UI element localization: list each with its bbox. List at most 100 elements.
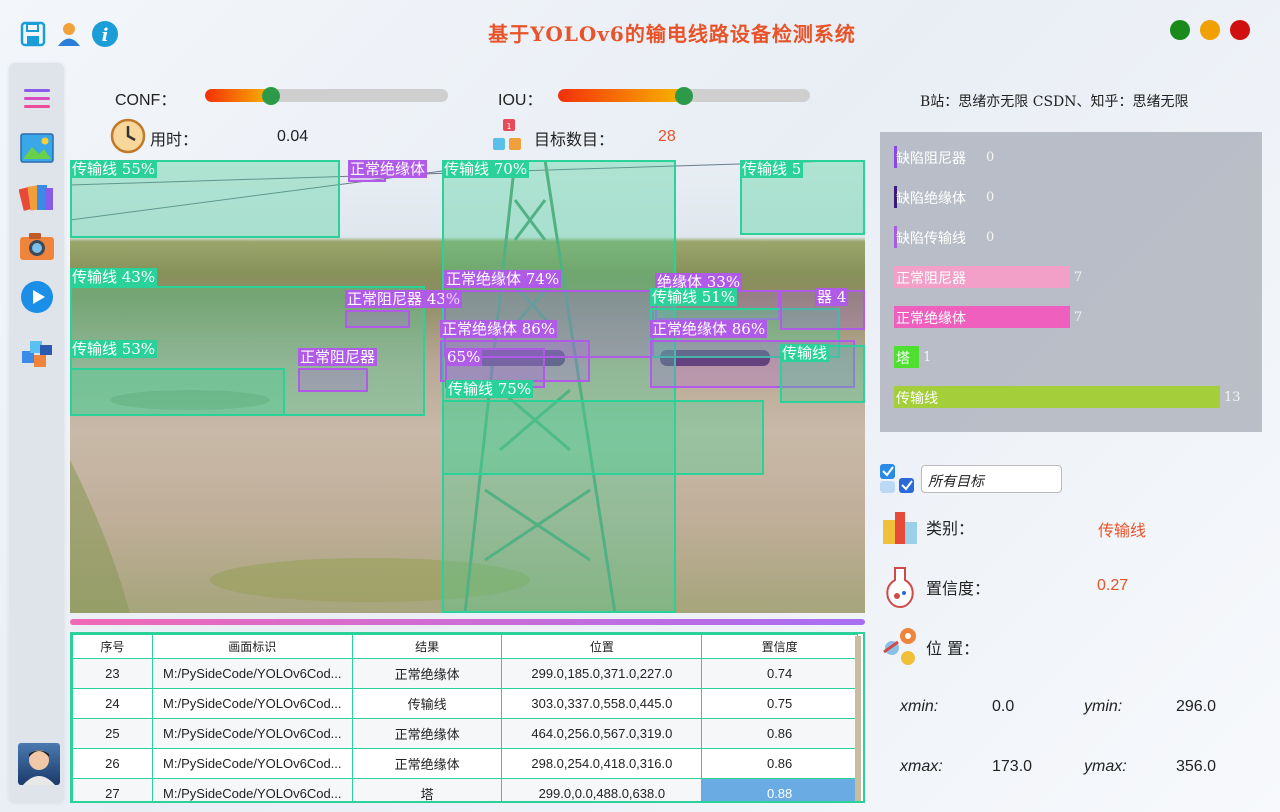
table-cell[interactable]: 正常绝缘体 xyxy=(351,748,503,779)
class-label: 类别： xyxy=(926,519,975,538)
table-cell[interactable]: M:/PySideCode/YOLOv6Cod... xyxy=(151,748,353,779)
results-table[interactable]: 序号 画面标识 结果 位置 置信度 23 M:/PySideCode/YOLOv6Cod.… xyxy=(70,632,865,803)
close-button[interactable] xyxy=(1230,20,1250,40)
table-cell[interactable]: 23 xyxy=(72,658,153,689)
table-cell[interactable]: 298.0,254.0,418.0,316.0 xyxy=(501,748,703,779)
table-cell[interactable]: 299.0,0.0,488.0,638.0 xyxy=(501,778,703,801)
table-row[interactable]: 23 M:/PySideCode/YOLOv6Cod... 正常绝缘体 299.0,1… xyxy=(72,658,858,689)
conf-slider-fill xyxy=(205,89,271,102)
table-header-cell[interactable]: 序号 xyxy=(72,634,153,659)
credits-text: B站：思绪亦无限 CSDN、知乎：思绪无限 xyxy=(920,94,1189,110)
table-cell[interactable]: 26 xyxy=(72,748,153,779)
detection-label: 传输线 75% xyxy=(446,380,534,398)
ymax-label: ymax: xyxy=(1084,758,1127,775)
sidebar xyxy=(9,63,64,803)
table-row[interactable]: 24 M:/PySideCode/YOLOv6Cod... 传输线 303.0,337… xyxy=(72,688,858,719)
table-cell[interactable]: 299.0,185.0,371.0,227.0 xyxy=(501,658,703,689)
table-cell[interactable]: M:/PySideCode/YOLOv6Cod... xyxy=(151,658,353,689)
table-header-cell[interactable]: 画面标识 xyxy=(151,634,353,659)
detection-label: 传输线 43% xyxy=(70,268,158,286)
count-value: 28 xyxy=(658,128,676,145)
stat-name: 缺陷阻尼器 xyxy=(896,151,966,167)
table-header: 序号 画面标识 结果 位置 置信度 xyxy=(72,634,858,659)
conf-slider-handle[interactable] xyxy=(261,87,280,105)
table-cell[interactable]: 正常绝缘体 xyxy=(351,658,503,689)
detection-label: 正常阻尼器 xyxy=(298,348,378,366)
stat-count: 0 xyxy=(986,190,995,205)
detection-box xyxy=(345,310,410,328)
table-cell[interactable]: M:/PySideCode/YOLOv6Cod... xyxy=(151,718,353,749)
table-header-cell[interactable]: 结果 xyxy=(351,634,503,659)
ymax-value: 356.0 xyxy=(1176,758,1217,775)
table-cell[interactable]: 0.74 xyxy=(701,658,858,689)
stat-count: 0 xyxy=(986,150,995,165)
play-icon[interactable] xyxy=(19,279,55,315)
confidence-value: 0.27 xyxy=(1097,577,1129,594)
detection-label: 传输线 51% xyxy=(650,288,738,306)
avatar[interactable] xyxy=(18,743,60,785)
detection-image[interactable]: 传输线 55% 传输线 70% 正常绝缘体 传输线 5 传输线 43% 正常阻尼器 43%… xyxy=(70,160,865,613)
blocks-icon: 1 xyxy=(491,118,527,158)
table-row[interactable]: 25 M:/PySideCode/YOLOv6Cod... 正常绝缘体 464.0,2… xyxy=(72,718,858,749)
window-title: 基于YOLOv6的输电线路设备检测系统 xyxy=(488,22,856,46)
table-cell[interactable]: 0.86 xyxy=(701,718,858,749)
detection-label: 正常绝缘体 xyxy=(348,160,428,178)
stat-name: 缺陷传输线 xyxy=(896,231,966,247)
iou-label: IOU： xyxy=(498,92,543,109)
conf-slider[interactable] xyxy=(205,89,448,102)
stat-count: 1 xyxy=(923,350,932,365)
detection-box xyxy=(298,368,368,392)
xmax-label: xmax: xyxy=(900,758,943,775)
time-value: 0.04 xyxy=(277,128,309,145)
cube-icon[interactable] xyxy=(19,335,55,371)
detection-label: 正常绝缘体 86% xyxy=(440,320,558,338)
stat-count: 0 xyxy=(986,230,995,245)
table-cell[interactable]: 464.0,256.0,567.0,319.0 xyxy=(501,718,703,749)
table-row[interactable]: 26 M:/PySideCode/YOLOv6Cod... 正常绝缘体 298.0,2… xyxy=(72,748,858,779)
menu-icon[interactable] xyxy=(19,81,55,117)
detection-label: 传输线 55% xyxy=(70,160,158,178)
table-cell[interactable]: 0.88 xyxy=(701,778,858,801)
table-cell[interactable]: M:/PySideCode/YOLOv6Cod... xyxy=(151,778,353,801)
image-divider xyxy=(70,619,865,625)
confidence-label: 置信度： xyxy=(926,579,991,598)
table-cell[interactable]: 0.86 xyxy=(701,748,858,779)
table-cell[interactable]: 24 xyxy=(72,688,153,719)
folder-icon[interactable] xyxy=(19,178,55,214)
table-cell[interactable]: 303.0,337.0,558.0,445.0 xyxy=(501,688,703,719)
image-icon[interactable] xyxy=(19,130,55,166)
table-header-cell[interactable]: 位置 xyxy=(501,634,703,659)
table-scrollbar[interactable] xyxy=(855,636,861,801)
camera-icon[interactable] xyxy=(19,228,55,264)
table-cell[interactable]: 25 xyxy=(72,718,153,749)
table-cell[interactable]: 塔 xyxy=(351,778,503,801)
table-header-cell[interactable]: 置信度 xyxy=(701,634,858,659)
detection-label: 正常绝缘体 74% xyxy=(444,270,562,288)
stat-name: 缺陷绝缘体 xyxy=(896,191,966,207)
time-label: 用时： xyxy=(150,130,199,149)
iou-slider-fill xyxy=(558,89,684,102)
detection-label: 传输线 5 xyxy=(740,160,804,178)
table-body: 23 M:/PySideCode/YOLOv6Cod... 正常绝缘体 299.0,1… xyxy=(72,658,858,801)
conf-label: CONF： xyxy=(115,92,177,109)
xmin-value: 0.0 xyxy=(992,698,1015,715)
table-cell[interactable]: 27 xyxy=(72,778,153,801)
detection-label: 传输线 xyxy=(780,344,830,362)
maximize-button[interactable] xyxy=(1200,20,1220,40)
table-row[interactable]: 27 M:/PySideCode/YOLOv6Cod... 塔 299.0,0.0,4… xyxy=(72,778,858,801)
table-cell[interactable]: 正常绝缘体 xyxy=(351,718,503,749)
stat-bar xyxy=(894,386,1220,408)
table-cell[interactable]: M:/PySideCode/YOLOv6Cod... xyxy=(151,688,353,719)
iou-slider-handle[interactable] xyxy=(675,87,693,105)
xmax-value: 173.0 xyxy=(992,758,1033,775)
minimize-button[interactable] xyxy=(1170,20,1190,40)
position-label: 位 置： xyxy=(926,639,980,658)
checkbox-icon xyxy=(879,463,915,499)
target-select[interactable]: 所有目标 xyxy=(921,465,1062,493)
svg-text:1: 1 xyxy=(506,122,511,131)
detection-label: 65% xyxy=(445,348,483,366)
table-cell[interactable]: 传输线 xyxy=(351,688,503,719)
detection-label: 正常绝缘体 86% xyxy=(650,320,768,338)
count-label: 目标数目： xyxy=(534,130,615,149)
table-cell[interactable]: 0.75 xyxy=(701,688,858,719)
